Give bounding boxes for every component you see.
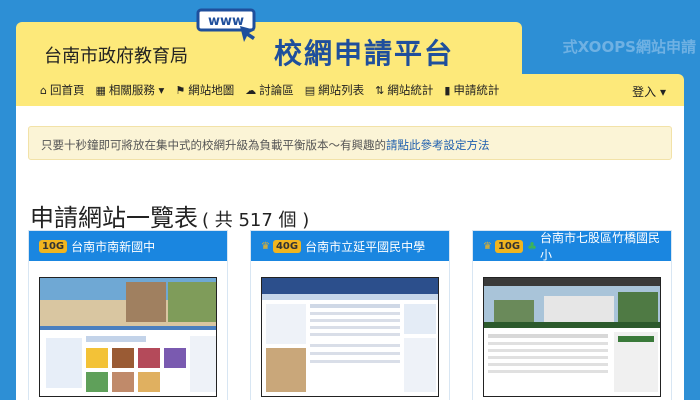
card-title: 台南市七股區竹橋國民小 (539, 231, 660, 262)
quota-badge: 10G (39, 239, 68, 253)
sort-icon: ⇅ (375, 83, 385, 97)
nav-item-apply-stats[interactable]: ▮ 申請統計 (444, 82, 499, 98)
nav-item-forum[interactable]: ☁ 討論區 (245, 82, 294, 98)
list-icon: ▤ (304, 83, 316, 97)
card-header: 10G 台南市南新國中 (29, 231, 227, 261)
nav-item-home[interactable]: ⌂ 回首頁 (40, 82, 84, 98)
site-card[interactable]: 10G 台南市南新國中 (28, 230, 228, 400)
card-title: 台南市南新國中 (71, 239, 156, 254)
nav-item-sitemap[interactable]: ⚑ 網站地圖 (175, 82, 234, 98)
logo-text: www (208, 14, 244, 29)
nav-label: 申請統計 (453, 83, 500, 97)
nav-label: 網站列表 (318, 83, 365, 97)
site-card[interactable]: ♛ 40G 台南市立延平國民中學 (250, 230, 450, 400)
nav-item-services[interactable]: ▦ 相關服務 ▾ (95, 82, 164, 98)
nav-label: 回首頁 (49, 83, 85, 97)
leaf-icon: ♣ (527, 239, 537, 253)
www-cursor-logo-icon: www (196, 8, 256, 42)
login-dropdown[interactable]: 登入 ▾ (632, 83, 666, 100)
card-header: ♛ 40G 台南市立延平國民中學 (251, 231, 449, 261)
calendar-icon: ▦ (95, 83, 106, 97)
flag-icon: ⚑ (175, 83, 186, 97)
notice-alert: 只要十秒鐘即可將放在集中式的校網升級為負載平衡版本～有興趣的請點此參考設定方法 (28, 126, 672, 160)
site-count: ( 共 517 個 ) (202, 210, 310, 231)
crown-icon: ♛ (261, 240, 270, 252)
crown-icon: ♛ (483, 240, 492, 252)
org-name: 台南市政府教育局 (44, 46, 188, 67)
card-header: ♛ 10G ♣ 台南市七股區竹橋國民小 (473, 231, 671, 262)
site-title: 校網申請平台 (274, 37, 455, 70)
nav-item-site-list[interactable]: ▤ 網站列表 (305, 82, 364, 98)
notice-text: 只要十秒鐘即可將放在集中式的校網升級為負載平衡版本～有興趣的 (41, 138, 386, 152)
site-thumbnail[interactable] (261, 277, 439, 397)
site-thumbnail[interactable] (39, 277, 217, 397)
page-title: 申請網站一覽表( 共 517 個 ) (30, 198, 309, 233)
navbar: ⌂ 回首頁 ▦ 相關服務 ▾ ⚑ 網站地圖 ☁ 討論區 ▤ 網站列表 ⇅ 網站統… (16, 74, 684, 106)
card-title: 台南市立延平國民中學 (305, 239, 426, 254)
nav-label: 討論區 (259, 83, 294, 97)
quota-badge: 10G (494, 239, 524, 253)
main-content: 只要十秒鐘即可將放在集中式的校網升級為負載平衡版本～有興趣的請點此參考設定方法 … (16, 106, 684, 400)
home-icon: ⌂ (40, 83, 47, 97)
nav-item-site-stats[interactable]: ⇅ 網站統計 (375, 82, 433, 98)
nav-label: 網站統計 (387, 83, 434, 97)
notice-link[interactable]: 請點此參考設定方法 (386, 138, 490, 152)
comments-icon: ☁ (245, 83, 257, 97)
site-thumbnail[interactable] (483, 277, 661, 397)
page-title-text: 申請網站一覽表 (30, 204, 198, 232)
header-banner: 台南市政府教育局 www 校網申請平台 (16, 8, 522, 74)
quota-badge: 40G (272, 239, 302, 253)
nav-label: 相關服務 ▾ (108, 83, 165, 97)
nav-label: 網站地圖 (188, 83, 235, 97)
site-card[interactable]: ♛ 10G ♣ 台南市七股區竹橋國民小 (472, 230, 672, 400)
page: 台南市政府教育局 www 校網申請平台 ⌂ 回首頁 ▦ 相關服務 ▾ ⚑ 網站地… (16, 8, 684, 400)
chart-icon: ▮ (444, 83, 451, 97)
